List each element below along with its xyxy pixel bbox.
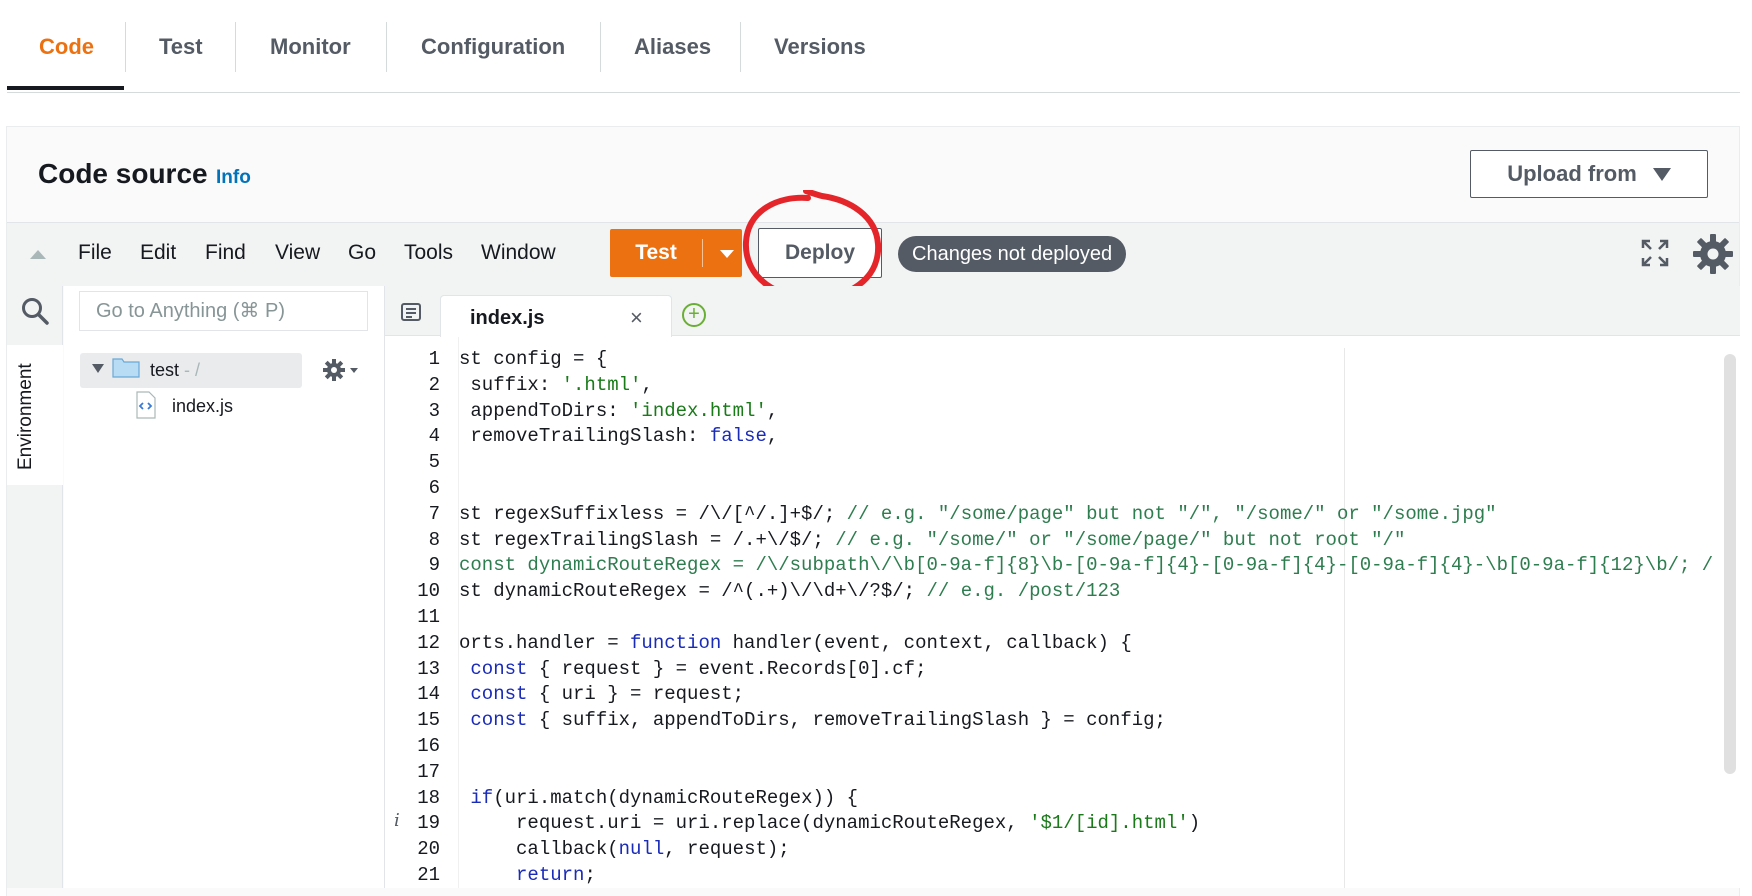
code-line[interactable]: const { uri } = request; bbox=[459, 683, 744, 705]
upload-from-label: Upload from bbox=[1507, 161, 1637, 186]
code-line[interactable]: st dynamicRouteRegex = /^(.+)\/\d+\/?$/;… bbox=[459, 580, 1120, 602]
environment-tab-label: Environment bbox=[15, 363, 36, 470]
add-icon[interactable]: + bbox=[682, 303, 706, 327]
code-line[interactable]: st regexTrailingSlash = /.+\/$/; // e.g.… bbox=[459, 529, 1405, 551]
line-number: 12 bbox=[417, 631, 440, 654]
split-divider bbox=[702, 239, 703, 267]
gear-icon[interactable] bbox=[1692, 233, 1734, 275]
tab-bar-divider bbox=[7, 92, 1740, 93]
tree-file-index[interactable]: index.js bbox=[172, 396, 233, 417]
code-line[interactable]: request.uri = uri.replace(dynamicRouteRe… bbox=[459, 812, 1200, 834]
file-icon bbox=[136, 391, 156, 419]
line-number: 5 bbox=[428, 451, 440, 474]
tab-separator bbox=[600, 22, 601, 72]
line-number: 1 bbox=[428, 348, 440, 370]
tree-folder-label[interactable]: test - / bbox=[150, 360, 200, 381]
gear-icon[interactable] bbox=[322, 358, 360, 382]
line-number: 21 bbox=[417, 864, 440, 886]
code-line[interactable]: st config = { bbox=[459, 348, 607, 370]
folder-expand-icon[interactable] bbox=[92, 364, 104, 373]
code-line[interactable]: const { suffix, appendToDirs, removeTrai… bbox=[459, 709, 1166, 731]
line-number: 15 bbox=[417, 709, 440, 732]
go-to-anything-input[interactable] bbox=[79, 291, 368, 331]
menu-file[interactable]: File bbox=[78, 241, 112, 265]
folder-name: test bbox=[150, 360, 180, 380]
tab-separator bbox=[125, 22, 126, 72]
deploy-button[interactable]: Deploy bbox=[758, 228, 882, 278]
code-line[interactable]: const dynamicRouteRegex = /\/subpath\/\b… bbox=[459, 554, 1713, 576]
editor-tab-label: index.js bbox=[470, 307, 545, 329]
info-icon: i bbox=[394, 810, 400, 831]
tab-versions[interactable]: Versions bbox=[774, 28, 866, 66]
menu-edit[interactable]: Edit bbox=[140, 241, 176, 265]
code-line[interactable]: st regexSuffixless = /\/[^/.]+$/; // e.g… bbox=[459, 503, 1497, 525]
upload-from-button[interactable]: Upload from bbox=[1470, 150, 1708, 198]
folder-icon bbox=[112, 358, 140, 378]
line-number: 7 bbox=[428, 502, 440, 525]
menu-window[interactable]: Window bbox=[481, 241, 556, 265]
menu-tools[interactable]: Tools bbox=[404, 241, 453, 265]
info-link[interactable]: Info bbox=[216, 167, 251, 189]
caret-down-icon bbox=[1652, 167, 1671, 181]
tab-test[interactable]: Test bbox=[159, 28, 203, 66]
tab-separator bbox=[235, 22, 236, 72]
line-number: 8 bbox=[428, 528, 440, 551]
line-number: 14 bbox=[417, 683, 440, 706]
line-number: 17 bbox=[417, 760, 440, 783]
code-line[interactable]: suffix: '.html', bbox=[459, 374, 652, 396]
line-number: 3 bbox=[428, 399, 440, 422]
tab-separator bbox=[740, 22, 741, 72]
line-number: 16 bbox=[417, 735, 440, 757]
line-number: 10 bbox=[417, 580, 440, 603]
expand-icon[interactable] bbox=[1640, 238, 1670, 268]
menu-view[interactable]: View bbox=[275, 241, 320, 265]
vertical-scrollbar[interactable] bbox=[1724, 354, 1736, 774]
test-dropdown-icon[interactable] bbox=[720, 250, 734, 258]
line-number: 4 bbox=[428, 425, 440, 448]
code-line[interactable]: orts.handler = function handler(event, c… bbox=[459, 632, 1132, 654]
test-split-button[interactable]: Test bbox=[610, 229, 742, 277]
tab-configuration[interactable]: Configuration bbox=[421, 28, 565, 66]
line-number: 6 bbox=[428, 477, 440, 499]
line-number: 11 bbox=[417, 606, 440, 628]
code-line[interactable]: removeTrailingSlash: false, bbox=[459, 425, 778, 447]
active-tab-indicator bbox=[7, 86, 124, 90]
close-icon[interactable]: × bbox=[630, 305, 643, 331]
search-icon[interactable] bbox=[20, 296, 50, 326]
status-badge: Changes not deployed bbox=[898, 236, 1127, 272]
menu-find[interactable]: Find bbox=[205, 241, 246, 265]
collapse-toggle-icon[interactable] bbox=[30, 250, 46, 259]
document-icon[interactable] bbox=[400, 302, 422, 322]
menu-go[interactable]: Go bbox=[348, 241, 376, 265]
tab-code[interactable]: Code bbox=[39, 28, 94, 66]
line-number: 13 bbox=[417, 657, 440, 680]
code-line[interactable]: return; bbox=[459, 864, 596, 886]
code-line[interactable]: appendToDirs: 'index.html', bbox=[459, 400, 778, 422]
tab-aliases[interactable]: Aliases bbox=[634, 28, 711, 66]
line-number: 9 bbox=[428, 554, 440, 577]
code-line[interactable]: if(uri.match(dynamicRouteRegex)) { bbox=[459, 787, 858, 809]
tab-separator bbox=[386, 22, 387, 72]
page-title: Code source bbox=[38, 158, 208, 189]
code-line[interactable]: const { request } = event.Records[0].cf; bbox=[459, 658, 926, 680]
line-number: 18 bbox=[417, 786, 440, 809]
code-line[interactable]: callback(null, request); bbox=[459, 838, 790, 860]
folder-path: - / bbox=[179, 360, 201, 380]
print-margin bbox=[1344, 348, 1345, 888]
line-number: 20 bbox=[417, 838, 440, 861]
test-button-label[interactable]: Test bbox=[610, 229, 702, 277]
top-tab-bar: Code Test Monitor Configuration Aliases … bbox=[0, 0, 1752, 94]
line-number: 2 bbox=[428, 373, 440, 396]
tab-monitor[interactable]: Monitor bbox=[270, 28, 351, 66]
